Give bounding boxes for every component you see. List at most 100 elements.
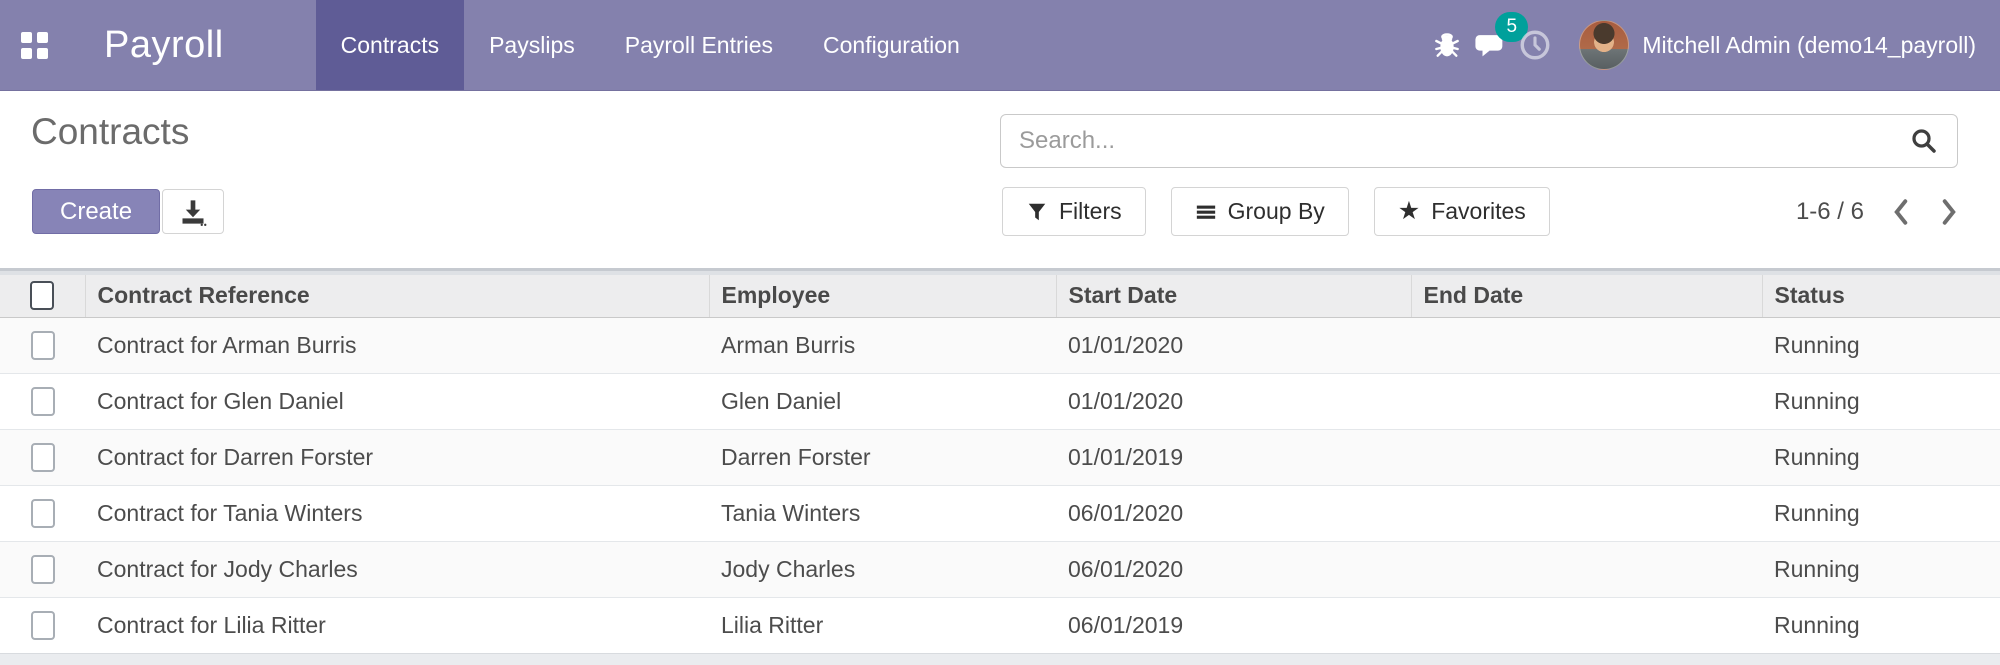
menu-item-payroll-entries[interactable]: Payroll Entries bbox=[600, 0, 798, 90]
pager-range[interactable]: 1-6 / 6 bbox=[1796, 198, 1864, 226]
table-row[interactable]: Contract for Tania Winters Tania Winters… bbox=[0, 484, 2000, 541]
column-header-employee[interactable]: Employee bbox=[709, 275, 1057, 318]
row-checkbox[interactable] bbox=[30, 498, 55, 528]
cell-status[interactable]: Running bbox=[1762, 484, 2000, 541]
column-header-end-date[interactable]: End Date bbox=[1411, 275, 1763, 318]
cell-contract-reference[interactable]: Contract for Glen Daniel bbox=[85, 372, 709, 429]
menu-item-contracts[interactable]: Contracts bbox=[315, 0, 465, 90]
cell-employee[interactable]: Jody Charles bbox=[709, 540, 1056, 597]
page-title: Contracts bbox=[31, 111, 190, 152]
cell-status[interactable]: Running bbox=[1762, 596, 2000, 653]
menu-item-label: Contracts bbox=[340, 31, 440, 58]
app-brand[interactable]: Payroll bbox=[104, 0, 224, 90]
chevron-right-icon bbox=[1942, 198, 1956, 225]
top-navbar: Payroll Contracts Payslips Payroll Entries… bbox=[0, 0, 2000, 91]
create-button[interactable]: Create bbox=[32, 189, 161, 234]
table-row[interactable]: Contract for Darren Forster Darren Forst… bbox=[0, 428, 2000, 485]
row-checkbox-cell bbox=[0, 596, 85, 653]
cell-contract-reference[interactable]: Contract for Arman Burris bbox=[85, 317, 709, 373]
cell-status[interactable]: Running bbox=[1762, 428, 2000, 485]
cell-contract-reference[interactable]: Contract for Darren Forster bbox=[85, 428, 709, 485]
pager-previous-button[interactable] bbox=[1888, 198, 1914, 226]
cell-status[interactable]: Running bbox=[1762, 540, 2000, 597]
row-checkbox-cell bbox=[0, 484, 85, 541]
cell-employee[interactable]: Darren Forster bbox=[709, 428, 1056, 485]
cell-start-date[interactable]: 01/01/2020 bbox=[1056, 317, 1411, 373]
cell-contract-reference[interactable]: Contract for Lilia Ritter bbox=[85, 596, 709, 653]
cell-end-date[interactable] bbox=[1411, 428, 1762, 485]
filter-funnel-icon bbox=[1028, 203, 1046, 220]
download-export-icon bbox=[182, 199, 207, 226]
row-checkbox[interactable] bbox=[30, 554, 55, 584]
select-all-checkbox[interactable] bbox=[30, 281, 55, 311]
cell-start-date[interactable]: 01/01/2019 bbox=[1056, 428, 1411, 485]
group-by-label: Group By bbox=[1227, 198, 1325, 224]
column-header-start-date[interactable]: Start Date bbox=[1056, 275, 1412, 318]
column-header-status[interactable]: Status bbox=[1762, 275, 2000, 318]
cell-end-date[interactable] bbox=[1411, 484, 1762, 541]
cell-end-date[interactable] bbox=[1411, 317, 1762, 373]
row-checkbox-cell bbox=[0, 540, 85, 597]
apps-menu-button[interactable] bbox=[0, 0, 48, 90]
favorites-star-icon: ★ bbox=[1397, 197, 1421, 225]
table-header-row: Contract Reference Employee Start Date E… bbox=[0, 275, 2000, 318]
filters-button[interactable]: Filters bbox=[1002, 187, 1146, 236]
group-by-bars-icon bbox=[1196, 205, 1215, 219]
row-checkbox[interactable] bbox=[30, 610, 55, 640]
apps-grid-icon bbox=[21, 31, 48, 59]
bug-icon bbox=[1435, 33, 1460, 57]
cell-employee[interactable]: Arman Burris bbox=[709, 317, 1056, 373]
list-footer-strip bbox=[0, 653, 2000, 665]
group-by-button[interactable]: Group By bbox=[1170, 187, 1349, 236]
table-row[interactable]: Contract for Glen Daniel Glen Daniel 01/… bbox=[0, 372, 2000, 429]
activities-clock-icon bbox=[1520, 30, 1550, 60]
export-button[interactable] bbox=[162, 189, 224, 234]
row-checkbox-cell bbox=[0, 428, 85, 485]
row-checkbox-cell bbox=[0, 372, 85, 429]
messages-button[interactable]: 5 bbox=[1469, 0, 1529, 91]
cell-contract-reference[interactable]: Contract for Tania Winters bbox=[85, 484, 709, 541]
filter-toolbar: Filters Group By ★ Favorites bbox=[1002, 187, 1550, 236]
row-checkbox[interactable] bbox=[30, 330, 55, 360]
cell-end-date[interactable] bbox=[1411, 372, 1762, 429]
activities-button[interactable] bbox=[1513, 0, 1557, 91]
cell-employee[interactable]: Tania Winters bbox=[709, 484, 1056, 541]
control-panel: Contracts Create Filters bbox=[0, 91, 2000, 268]
cell-end-date[interactable] bbox=[1411, 540, 1762, 597]
table-row[interactable]: Contract for Jody Charles Jody Charles 0… bbox=[0, 540, 2000, 597]
row-checkbox[interactable] bbox=[30, 386, 55, 416]
pager-next-button[interactable] bbox=[1936, 198, 1962, 226]
menu-item-payslips[interactable]: Payslips bbox=[464, 0, 600, 90]
menu-item-label: Payslips bbox=[489, 31, 575, 58]
cell-employee[interactable]: Glen Daniel bbox=[709, 372, 1056, 429]
cell-start-date[interactable]: 06/01/2019 bbox=[1056, 596, 1411, 653]
search-bar bbox=[1000, 114, 1958, 168]
pager: 1-6 / 6 bbox=[1796, 187, 1962, 236]
search-input[interactable] bbox=[1019, 127, 1909, 155]
user-avatar[interactable] bbox=[1579, 20, 1630, 70]
search-icon[interactable] bbox=[1909, 126, 1939, 156]
row-checkbox[interactable] bbox=[30, 442, 55, 472]
table-top-border bbox=[0, 268, 2000, 275]
table-row[interactable]: Contract for Lilia Ritter Lilia Ritter 0… bbox=[0, 596, 2000, 653]
cell-status[interactable]: Running bbox=[1762, 372, 2000, 429]
cell-start-date[interactable]: 06/01/2020 bbox=[1056, 484, 1411, 541]
chevron-left-icon bbox=[1894, 198, 1908, 225]
cell-employee[interactable]: Lilia Ritter bbox=[709, 596, 1056, 653]
row-checkbox-cell bbox=[0, 317, 85, 373]
cell-contract-reference[interactable]: Contract for Jody Charles bbox=[85, 540, 709, 597]
filters-label: Filters bbox=[1059, 198, 1122, 224]
column-header-contract-reference[interactable]: Contract Reference bbox=[85, 275, 710, 318]
favorites-button[interactable]: ★ Favorites bbox=[1373, 187, 1550, 236]
table-row[interactable]: Contract for Arman Burris Arman Burris 0… bbox=[0, 317, 2000, 373]
menu-item-configuration[interactable]: Configuration bbox=[798, 0, 985, 90]
debug-bug-icon[interactable] bbox=[1425, 0, 1469, 91]
cell-status[interactable]: Running bbox=[1762, 317, 2000, 373]
cell-start-date[interactable]: 01/01/2020 bbox=[1056, 372, 1411, 429]
favorites-label: Favorites bbox=[1431, 198, 1526, 224]
cell-end-date[interactable] bbox=[1411, 596, 1762, 653]
cell-start-date[interactable]: 06/01/2020 bbox=[1056, 540, 1411, 597]
user-menu[interactable]: Mitchell Admin (demo14_payroll) bbox=[1642, 32, 1976, 59]
navbar-menu: Contracts Payslips Payroll Entries Configur… bbox=[315, 0, 985, 90]
select-all-header bbox=[0, 275, 86, 318]
